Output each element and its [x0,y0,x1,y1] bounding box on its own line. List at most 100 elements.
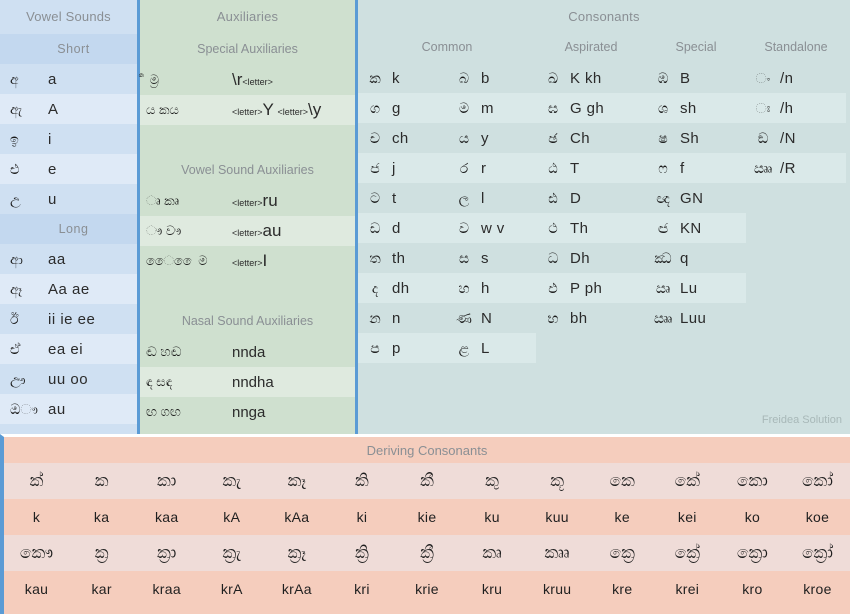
deriving-romanization: kaa [134,509,199,525]
consonant-glyph: ඨ [536,160,570,177]
deriving-romanization: kru [460,581,525,597]
common-label: Common [358,34,536,63]
consonant-romanization: /R [780,160,796,177]
special-label: Special [646,34,746,63]
consonant-glyph: ෆ [646,160,680,177]
consonant-row: ෂSh [646,123,746,153]
deriving-glyph: කෙ [590,471,655,491]
aspirated-label: Aspirated [536,34,646,63]
standalone-consonants-list: ං/nඃ/hඞ/Nඎ/R [746,63,846,183]
auxiliary-glyph: ය කය [146,102,232,118]
consonant-row: ඎLuu [646,303,746,333]
vowel-romanization: uu oo [48,371,88,388]
deriving-glyph: කෑ [264,471,329,491]
vowel-romanization: A [48,101,59,118]
deriving-romanization: ko [720,509,785,525]
deriving-romanization: kau [4,581,69,597]
auxiliary-glyph: ෟ වෟ [146,223,232,239]
consonant-glyph: ං [746,70,780,87]
consonant-row: නnණN [358,303,536,333]
deriving-romanization: kre [590,581,655,597]
vowel-glyph: ඌ [10,371,48,388]
consonant-pair: යy [447,130,536,147]
consonant-pair: කk [358,70,447,87]
deriving-glyph: ක්‍රූ [525,543,590,563]
special-auxiliaries-label: Special Auxiliaries [140,34,355,65]
deriving-glyph: කැ [199,471,264,491]
consonant-pair: චch [358,130,447,147]
consonant-glyph: ව [447,220,481,237]
deriving-romanization: krAa [264,581,329,597]
consonant-row: ෆf [646,153,746,183]
deriving-romanization: kie [394,509,459,525]
vowel-romanization: i [48,131,52,148]
vowel-glyph: ඔෟ [10,401,48,418]
auxiliary-row: ය කය<letter>Y <letter>\y [140,95,355,125]
consonant-glyph: ච [358,130,392,147]
auxiliary-row: ෙෙ ෙෙම<letter>I [140,246,355,276]
watermark: Freidea Solution [762,414,842,426]
deriving-glyph: කූ [525,471,590,491]
consonant-glyph: ඎ [746,160,780,177]
consonant-romanization: sh [680,100,697,117]
consonant-glyph: ජ [358,160,392,177]
vowels-short-header: Short [0,34,137,64]
vowel-romanization: u [48,191,57,208]
deriving-glyph: කෞ [4,543,69,563]
deriving-row-1-roman: kkakaakAkAakikiekukuukekeikokoe [4,499,850,535]
consonant-romanization: s [481,250,489,267]
deriving-romanization: krA [199,581,264,597]
deriving-romanization: krei [655,581,720,597]
consonant-romanization: /h [780,100,793,117]
consonant-row: ඪD [536,183,646,213]
consonant-glyph: ධ [536,250,570,267]
deriving-romanization: k [4,509,69,525]
deriving-glyph: කි [329,471,394,491]
deriving-romanization: ke [590,509,655,525]
auxiliaries-panel: Auxiliaries Special Auxiliaries ර්‍ ම්‍ර… [140,0,358,434]
auxiliary-glyph: ඬ හඬ [146,344,232,360]
vowel-glyph: අ [10,71,48,88]
deriving-glyph: ක්‍රෝ [785,543,850,563]
auxiliary-romanization: nnga [232,404,265,421]
consonant-romanization: f [680,160,685,177]
consonant-row: ඩdවw v [358,213,536,243]
deriving-glyph: කේ [655,471,720,491]
consonant-glyph: හ [447,280,481,297]
consonant-romanization: B [680,70,690,87]
consonant-glyph: භ [536,310,570,327]
consonant-row: භbh [536,303,646,333]
consonant-pair: දdh [358,280,447,297]
vowel-glyph: ඇ [10,101,48,118]
consonant-pair: ලl [447,190,536,207]
consonant-glyph: ණ [447,310,481,327]
deriving-glyph: ක්‍රී [394,543,459,563]
vowel-glyph: ඊ [10,311,48,328]
vowel-row: ඇA [0,94,137,124]
consonant-glyph: ඪ [536,190,570,207]
consonant-pair: රr [447,160,536,177]
auxiliary-romanization: <letter>Y <letter>\y [232,100,321,120]
consonant-glyph: ම [447,100,481,117]
consonant-romanization: GN [680,190,703,207]
deriving-romanization: kro [720,581,785,597]
auxiliary-row: ඳ සඳnndha [140,367,355,397]
vowel-glyph: ආ [10,251,48,268]
consonant-romanization: r [481,160,486,177]
consonant-romanization: h [481,280,490,297]
deriving-romanization: kei [655,509,720,525]
consonant-romanization: /N [780,130,796,147]
consonant-row: ජjරr [358,153,536,183]
consonant-pair: තth [358,250,447,267]
auxiliary-glyph: ෘ කෘ [146,193,232,209]
consonant-glyph: න [358,310,392,327]
auxiliaries-title: Auxiliaries [140,0,355,34]
consonant-row: ඡCh [536,123,646,153]
vowels-long-label: Long [10,222,137,236]
consonant-romanization: w v [481,220,505,237]
consonant-glyph: ල [447,190,481,207]
consonant-romanization: /n [780,70,793,87]
consonant-romanization: N [481,310,492,327]
consonant-row: ථTh [536,213,646,243]
consonant-romanization: g [392,100,401,117]
